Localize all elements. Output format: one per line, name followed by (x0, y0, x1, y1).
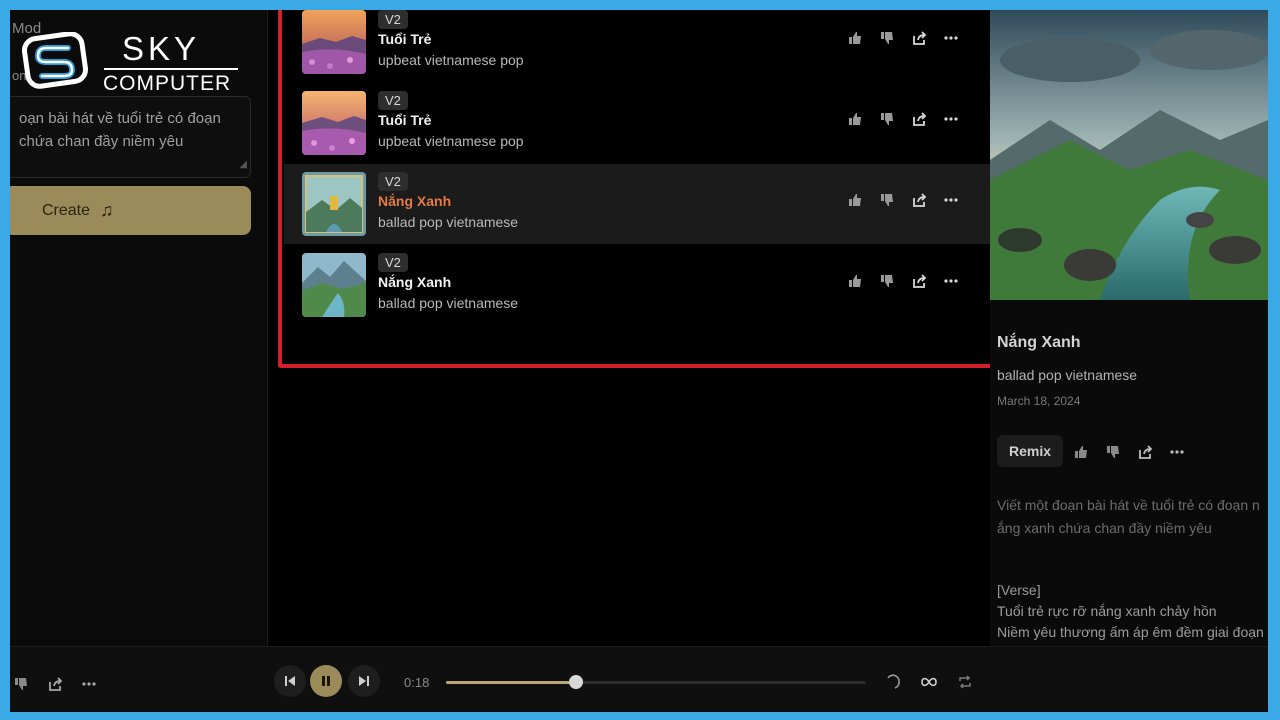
next-track-button[interactable] (348, 665, 380, 697)
elapsed-time: 0:18 (404, 675, 430, 690)
brand-logo: SKY COMPUTER (22, 30, 242, 96)
player-bar: 0:18 (10, 646, 1268, 712)
logo-brand-text: SKY (122, 30, 201, 67)
detail-actions (1072, 443, 1186, 461)
remix-button[interactable]: Remix (997, 435, 1063, 467)
logo-sub-text: COMPUTER (103, 72, 232, 95)
detail-lyrics: [Verse] Tuổi trẻ rực rỡ nắng xanh chảy h… (997, 580, 1265, 643)
song-detail-panel: Nắng Xanh ballad pop vietnamese March 18… (990, 10, 1268, 646)
more-options-icon[interactable] (80, 675, 98, 693)
detail-date: March 18, 2024 (997, 394, 1081, 408)
progress-slider[interactable] (446, 675, 866, 689)
create-button[interactable]: Create ♫ (10, 186, 251, 235)
detail-prompt-line: ắng xanh chứa chan đầy niềm yêu (997, 520, 1212, 536)
create-button-label: Create (42, 201, 91, 219)
repeat-icon[interactable] (956, 673, 974, 691)
player-song-actions (12, 675, 98, 693)
previous-track-button[interactable] (274, 665, 306, 697)
detail-prompt: Viết một đoạn bài hát về tuổi trẻ có đoạ… (997, 494, 1265, 540)
detail-title: Nắng Xanh (997, 334, 1081, 351)
player-options (884, 673, 974, 691)
lyrics-line: Tuổi trẻ rực rỡ nắng xanh chảy hồn (997, 603, 1217, 619)
lyrics-line: Niềm yêu thương ấm áp êm đềm giai đoạn (997, 624, 1264, 640)
thumbs-down-icon[interactable] (1104, 443, 1122, 461)
detail-prompt-line: Viết một đoạn bài hát về tuổi trẻ có đoạ… (997, 497, 1260, 513)
song-cover-large (990, 10, 1268, 300)
thumbs-down-icon[interactable] (12, 675, 30, 693)
app-frame: Mod on oạn bài hát về tuổi trẻ có đoạn c… (10, 10, 1268, 712)
logo-mark-icon (22, 32, 89, 89)
pause-icon (322, 676, 330, 686)
create-panel: Mod on oạn bài hát về tuổi trẻ có đoạn c… (10, 10, 268, 646)
resize-handle-icon[interactable]: ◢ (239, 153, 247, 176)
detail-style: ballad pop vietnamese (997, 367, 1138, 383)
loop-icon[interactable] (920, 673, 938, 691)
more-options-icon[interactable] (1168, 443, 1186, 461)
music-note-icon: ♫ (100, 200, 114, 220)
lyrics-line: [Verse] (997, 582, 1041, 598)
share-icon[interactable] (1136, 443, 1154, 461)
thumbs-up-icon[interactable] (1072, 443, 1090, 461)
song-description-text: oạn bài hát về tuổi trẻ có đoạn chứa cha… (19, 110, 221, 150)
highlight-box (278, 10, 998, 368)
remix-label: Remix (1008, 443, 1052, 459)
progress-knob[interactable] (569, 675, 584, 689)
skip-next-icon (359, 676, 369, 686)
share-icon[interactable] (46, 675, 64, 693)
progress-fill (446, 681, 577, 684)
logo-divider (104, 68, 238, 70)
song-description-input[interactable]: oạn bài hát về tuổi trẻ có đoạn chứa cha… (10, 96, 251, 178)
skip-previous-icon (285, 676, 295, 686)
loading-icon (884, 673, 902, 691)
pause-button[interactable] (310, 665, 342, 697)
